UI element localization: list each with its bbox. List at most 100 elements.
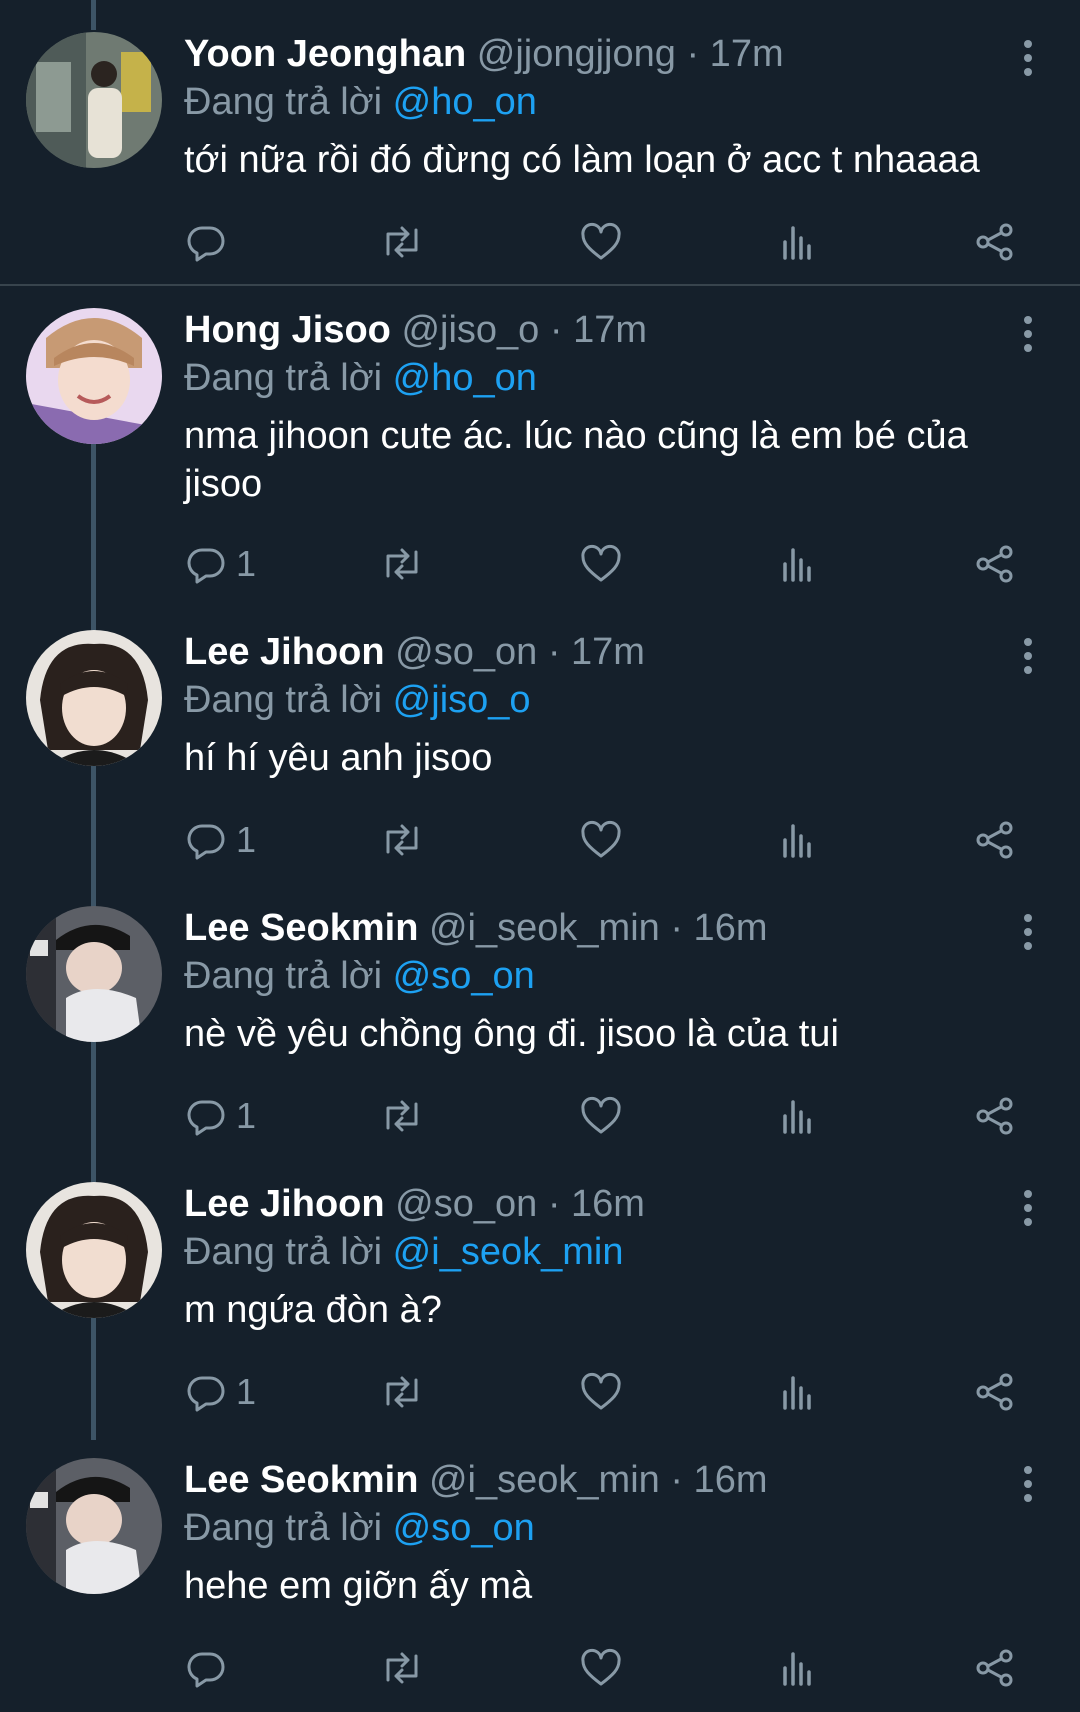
analytics-button[interactable] <box>780 1088 816 1144</box>
analytics-button[interactable] <box>780 812 816 868</box>
tweet-header: Lee Seokmin @i_seok_min · 16m <box>184 904 1020 952</box>
retweet-icon <box>386 226 418 258</box>
retweet-icon <box>386 1376 418 1408</box>
retweet-button[interactable] <box>378 812 426 868</box>
tweet-actions: 1 <box>0 1088 1080 1144</box>
display-name[interactable]: Lee Jihoon <box>184 631 385 673</box>
retweet-button[interactable] <box>378 214 426 270</box>
display-name[interactable]: Lee Seokmin <box>184 907 418 949</box>
reply-button[interactable]: 1 <box>186 1364 256 1420</box>
tweet-actions <box>0 214 1080 270</box>
display-name[interactable]: Hong Jisoo <box>184 309 391 351</box>
retweet-icon <box>386 548 418 580</box>
like-button[interactable] <box>579 536 623 592</box>
share-icon <box>976 545 1013 583</box>
share-button[interactable] <box>974 1088 1016 1144</box>
replying-to-label: Đang trả lời <box>184 1507 383 1549</box>
replying-to-label: Đang trả lời <box>184 955 383 997</box>
reply-button[interactable]: 1 <box>186 536 256 592</box>
share-button[interactable] <box>974 536 1016 592</box>
retweet-button[interactable] <box>378 536 426 592</box>
mention-link[interactable]: @ho_on <box>393 81 537 123</box>
display-name[interactable]: Lee Jihoon <box>184 1183 385 1225</box>
like-icon <box>581 1648 621 1686</box>
user-handle: @so_on <box>395 631 538 673</box>
analytics-button[interactable] <box>780 1364 816 1420</box>
tweet-text: hehe em giỡn ấy mà <box>184 1565 533 1607</box>
retweet-icon <box>386 824 418 856</box>
divider <box>0 284 1080 286</box>
analytics-button[interactable] <box>780 214 816 270</box>
reply-icon <box>187 1100 225 1136</box>
more-options-icon[interactable] <box>1022 1466 1034 1508</box>
retweet-button[interactable] <box>378 1364 426 1420</box>
replying-to: Đang trả lời @so_on <box>184 1504 1020 1552</box>
reply-button[interactable]: 1 <box>186 1088 256 1144</box>
timestamp: · 16m <box>670 907 768 949</box>
like-icon <box>581 820 621 858</box>
like-button[interactable] <box>579 812 623 868</box>
user-handle: @jiso_o <box>401 309 540 351</box>
mention-link[interactable]: @i_seok_min <box>393 1231 624 1273</box>
mention-link[interactable]: @ho_on <box>393 357 537 399</box>
avatar[interactable] <box>26 906 162 1042</box>
retweet-button[interactable] <box>378 1088 426 1144</box>
retweet-icon <box>386 1652 418 1684</box>
replying-to-label: Đang trả lời <box>184 81 383 123</box>
tweet-header: Lee Seokmin @i_seok_min · 16m <box>184 1456 1020 1504</box>
reply-button[interactable]: 1 <box>186 812 256 868</box>
tweet-actions <box>0 1640 1080 1696</box>
reply-button[interactable] <box>186 1640 236 1696</box>
avatar[interactable] <box>26 630 162 766</box>
replying-to: Đang trả lời @ho_on <box>184 78 1020 126</box>
share-icon <box>976 1097 1013 1135</box>
tweet-header: Lee Jihoon @so_on · 17m <box>184 628 1020 676</box>
mention-link[interactable]: @so_on <box>393 1507 535 1549</box>
display-name[interactable]: Yoon Jeonghan <box>184 33 466 75</box>
more-options-icon[interactable] <box>1022 1190 1034 1232</box>
analytics-button[interactable] <box>780 536 816 592</box>
tweet-header: Yoon Jeonghan @jjongjjong · 17m <box>184 30 1020 78</box>
like-button[interactable] <box>579 214 623 270</box>
timestamp: · 17m <box>549 309 648 351</box>
reply-icon <box>187 824 225 860</box>
tweet-actions: 1 <box>0 536 1080 592</box>
reply-count: 1 <box>236 819 257 860</box>
reply-icon <box>187 226 225 262</box>
avatar[interactable] <box>26 1458 162 1594</box>
display-name[interactable]: Lee Seokmin <box>184 1459 418 1501</box>
replying-to-label: Đang trả lời <box>184 357 383 399</box>
retweet-icon <box>386 1100 418 1132</box>
tweet-text: tới nữa rồi đó đừng có làm loạn ở acc t … <box>184 139 980 181</box>
more-options-icon[interactable] <box>1022 914 1034 956</box>
mention-link[interactable]: @jiso_o <box>393 679 531 721</box>
analytics-button[interactable] <box>780 1640 816 1696</box>
like-button[interactable] <box>579 1640 623 1696</box>
reply-icon <box>187 1652 225 1688</box>
reply-count: 1 <box>236 543 257 584</box>
avatar[interactable] <box>26 1182 162 1318</box>
avatar[interactable] <box>26 308 162 444</box>
share-button[interactable] <box>974 214 1016 270</box>
analytics-icon <box>783 226 811 260</box>
tweet-header: Hong Jisoo @jiso_o · 17m <box>184 306 1020 354</box>
analytics-icon <box>783 548 811 582</box>
more-options-icon[interactable] <box>1022 40 1034 82</box>
share-button[interactable] <box>974 1364 1016 1420</box>
like-button[interactable] <box>579 1364 623 1420</box>
analytics-icon <box>783 1376 811 1410</box>
reply-button[interactable] <box>186 214 236 270</box>
tweet-header: Lee Jihoon @so_on · 16m <box>184 1180 1020 1228</box>
tweet-text: hí hí yêu anh jisoo <box>184 737 493 779</box>
avatar[interactable] <box>26 32 162 168</box>
more-options-icon[interactable] <box>1022 316 1034 358</box>
more-options-icon[interactable] <box>1022 638 1034 680</box>
retweet-button[interactable] <box>378 1640 426 1696</box>
share-button[interactable] <box>974 1640 1016 1696</box>
share-button[interactable] <box>974 812 1016 868</box>
mention-link[interactable]: @so_on <box>393 955 535 997</box>
analytics-icon <box>783 1100 811 1134</box>
like-button[interactable] <box>579 1088 623 1144</box>
user-handle: @i_seok_min <box>428 1459 660 1501</box>
user-handle: @jjongjjong <box>476 33 676 75</box>
